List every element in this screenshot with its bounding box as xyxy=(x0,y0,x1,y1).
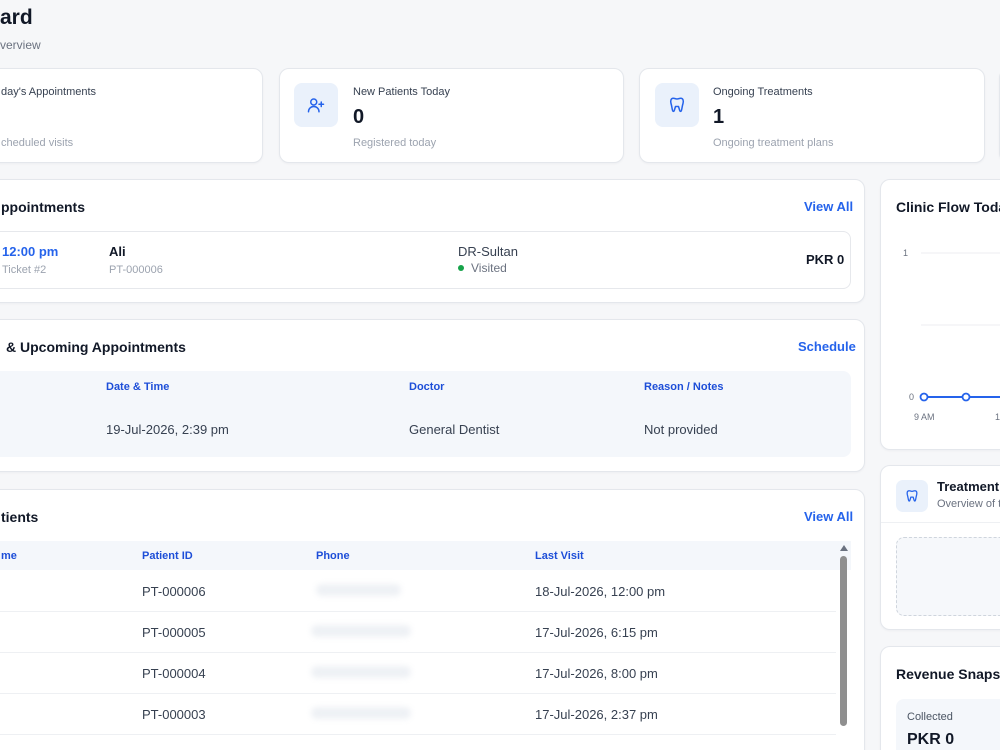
stat-value: 0 xyxy=(353,106,365,128)
patient-id: PT-000006 xyxy=(109,264,163,276)
revenue-card: Revenue Snapsh Collected PKR 0 xyxy=(880,646,1000,750)
tooth-icon xyxy=(655,83,699,127)
phone-redacted xyxy=(316,584,401,596)
stat-sub: Registered today xyxy=(353,137,437,149)
stat-card-appointments: day's Appointments cheduled visits xyxy=(0,68,263,163)
collected-label: Collected xyxy=(907,711,953,723)
stat-label: day's Appointments xyxy=(1,86,97,98)
section-title: Revenue Snapsh xyxy=(896,666,1000,682)
data-point xyxy=(961,392,971,402)
y-tick-label: 0 xyxy=(909,392,914,402)
treatment-card: Treatment Overview of t xyxy=(880,465,1000,630)
stat-label: New Patients Today xyxy=(353,86,451,98)
section-title: & Upcoming Appointments xyxy=(6,339,186,355)
today-appointments-card: ppointments View All 12:00 pm Ticket #2 … xyxy=(0,179,865,303)
clinic-flow-chart: 1 0 9 AM 1 xyxy=(903,248,1000,422)
last-visit: 17-Jul-2026, 6:15 pm xyxy=(535,625,658,640)
patient-name: Ali xyxy=(109,244,126,259)
table-row[interactable]: PT-000003 17-Jul-2026, 2:37 pm xyxy=(0,693,836,734)
table-row[interactable]: PT-000005 17-Jul-2026, 6:15 pm xyxy=(0,611,836,652)
patient-id: PT-000004 xyxy=(142,666,206,681)
patient-id: PT-000003 xyxy=(142,707,206,722)
column-header: me xyxy=(1,550,17,562)
phone-redacted xyxy=(311,707,411,719)
table-row[interactable]: PT-000006 18-Jul-2026, 12:00 pm xyxy=(0,570,836,611)
appointment-time: 12:00 pm xyxy=(2,244,59,259)
status-dot xyxy=(458,265,464,271)
y-tick-label: 1 xyxy=(903,248,908,258)
divider xyxy=(881,522,1000,523)
last-visit: 18-Jul-2026, 12:00 pm xyxy=(535,584,666,599)
series-line xyxy=(919,392,1000,402)
appointment-amount: PKR 0 xyxy=(806,252,845,267)
patients-card: tients View All me Patient ID Phone Last… xyxy=(0,489,865,750)
patients-table-header: me Patient ID Phone Last Visit xyxy=(0,541,851,570)
scroll-up-arrow-icon[interactable] xyxy=(840,545,848,551)
column-header: Phone xyxy=(316,550,350,562)
last-visit: 17-Jul-2026, 8:00 pm xyxy=(535,666,658,681)
doctor-name: DR-Sultan xyxy=(458,244,518,259)
column-header: Patient ID xyxy=(142,550,193,562)
section-title: tients xyxy=(1,509,39,525)
user-plus-icon xyxy=(294,83,338,127)
page-subtitle: verview xyxy=(0,38,41,52)
stat-card-new-patients: New Patients Today 0 Registered today xyxy=(279,68,624,163)
section-title: ppointments xyxy=(1,199,85,215)
status-badge: Visited xyxy=(471,261,507,275)
appointment-ticket: Ticket #2 xyxy=(2,264,47,276)
stat-label: Ongoing Treatments xyxy=(713,86,813,98)
stat-sub: cheduled visits xyxy=(1,137,74,149)
stat-card-ongoing-treatments: Ongoing Treatments 1 Ongoing treatment p… xyxy=(639,68,985,163)
phone-redacted xyxy=(311,666,411,678)
stat-sub: Ongoing treatment plans xyxy=(713,137,834,149)
view-all-patients-link[interactable]: View All xyxy=(804,509,853,524)
data-point xyxy=(919,392,929,402)
x-tick-label: 1 xyxy=(995,412,1000,422)
phone-redacted xyxy=(311,625,411,637)
row-divider xyxy=(0,734,836,735)
column-header: Date & Time xyxy=(106,381,170,393)
patient-id: PT-000005 xyxy=(142,625,206,640)
appointment-row[interactable]: 12:00 pm Ticket #2 Ali PT-000006 DR-Sult… xyxy=(0,231,851,289)
upcoming-table: Date & Time Doctor Reason / Notes 19-Jul… xyxy=(0,371,851,457)
upcoming-doctor: General Dentist xyxy=(409,422,500,437)
upcoming-appointments-card: & Upcoming Appointments Schedule Date & … xyxy=(0,319,865,472)
page-title: ard xyxy=(0,6,33,29)
view-all-appointments-link[interactable]: View All xyxy=(804,199,853,214)
column-header: Doctor xyxy=(409,381,445,393)
scrollbar-thumb[interactable] xyxy=(840,556,847,726)
treatment-title: Treatment xyxy=(937,479,1000,494)
collected-box: Collected PKR 0 xyxy=(896,699,1000,750)
upcoming-reason: Not provided xyxy=(644,422,718,437)
tooth-icon xyxy=(896,480,928,512)
patient-id: PT-000006 xyxy=(142,584,206,599)
x-tick-label: 9 AM xyxy=(914,412,935,422)
clinic-flow-card: Clinic Flow Toda 1 0 9 AM 1 xyxy=(880,179,1000,450)
treatment-empty-state xyxy=(896,537,1000,616)
last-visit: 17-Jul-2026, 2:37 pm xyxy=(535,707,658,722)
schedule-link[interactable]: Schedule xyxy=(798,339,856,354)
column-header: Reason / Notes xyxy=(644,381,724,393)
column-header: Last Visit xyxy=(535,550,584,562)
table-row[interactable]: PT-000004 17-Jul-2026, 8:00 pm xyxy=(0,652,836,693)
patients-scrollbar[interactable] xyxy=(838,543,850,733)
treatment-subtitle: Overview of t xyxy=(937,498,1000,510)
collected-value: PKR 0 xyxy=(907,731,955,748)
upcoming-datetime: 19-Jul-2026, 2:39 pm xyxy=(106,422,229,437)
stat-value: 1 xyxy=(713,106,725,128)
